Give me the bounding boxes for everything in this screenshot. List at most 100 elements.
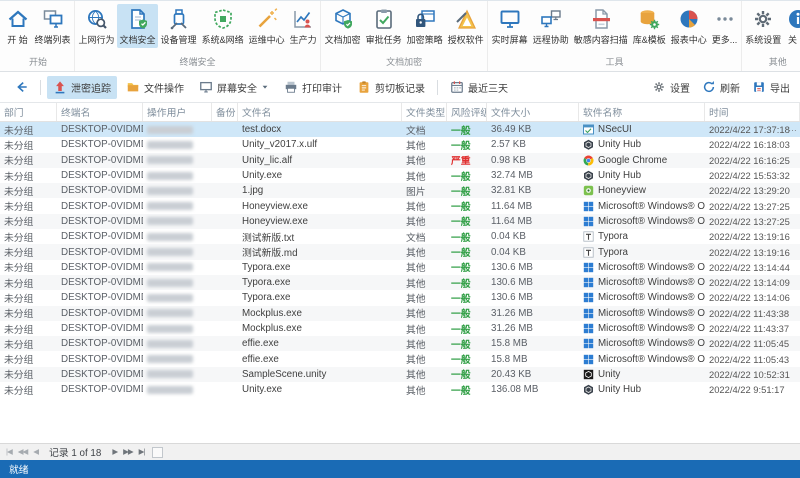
column-header-6[interactable]: 风险评级: [447, 103, 487, 121]
pager-extra-button[interactable]: [152, 446, 164, 458]
redacted-user: [147, 293, 193, 302]
toolbar-item-recent-3-days[interactable]: 最近三天: [444, 76, 514, 99]
column-header-0[interactable]: 部门: [0, 103, 57, 121]
cell-backup[interactable]: [212, 382, 238, 398]
cell-backup[interactable]: [212, 336, 238, 352]
pager-fast-prev-button[interactable]: ◀◀: [17, 447, 29, 457]
cell-backup[interactable]: [212, 122, 238, 138]
unity-icon: [583, 369, 594, 380]
table-row[interactable]: 未分组 DESKTOP-0VIDMDJ Typora.exe 其他 一般 130.6 MB…: [0, 260, 800, 275]
cell-filename: effie.exe: [242, 338, 279, 350]
ribbon-item-productivity[interactable]: 生产力: [287, 4, 319, 48]
toolbar-item-file-ops[interactable]: 文件操作: [120, 76, 190, 99]
cell-filename: Typora.exe: [242, 292, 291, 304]
column-header-3[interactable]: 备份: [212, 103, 238, 121]
ribbon-item-encrypt-policy[interactable]: 加密策略: [404, 4, 445, 48]
ribbon-item-doc-encrypt[interactable]: 文档加密: [322, 4, 363, 48]
cell-user: [143, 122, 212, 137]
cell-terminal: DESKTOP-0VIDMDJ: [61, 139, 143, 151]
ribbon-item-terminal-list[interactable]: 终端列表: [32, 4, 73, 48]
ribbon-item-approval-tasks[interactable]: 审批任务: [363, 4, 404, 48]
cell-backup[interactable]: [212, 198, 238, 214]
table-row[interactable]: 未分组 DESKTOP-0VIDMDJ Unity.exe 其他 一般 32.74 MB U…: [0, 168, 800, 184]
cell-backup[interactable]: [212, 260, 238, 275]
cell-backup[interactable]: [212, 153, 238, 168]
column-header-4[interactable]: 文件名: [238, 103, 402, 121]
table-row[interactable]: 未分组 DESKTOP-0VIDMDJ 测试新版.txt 文档 一般 0.04 KB Typ…: [0, 229, 800, 245]
table-row[interactable]: 未分组 DESKTOP-0VIDMDJ Mockplus.exe 其他 一般 31.26 …: [0, 321, 800, 337]
ribbon-group-terminal-security: 上网行为 文档安全 设备管理 系统&网络 运维中心 生产力 终端安全: [75, 1, 322, 71]
pager-prev-button[interactable]: ◀: [32, 447, 39, 457]
ribbon-item-report-center[interactable]: 报表中心: [668, 4, 709, 48]
cell-time: 2022/4/22 11:05:45: [709, 338, 790, 350]
report-center-icon: [677, 7, 701, 31]
pager-next-button[interactable]: ▶: [111, 447, 118, 457]
cell-dept: 未分组: [4, 339, 34, 351]
pager-fast-next-button[interactable]: ▶▶: [122, 447, 134, 457]
ribbon-item-licensed-software[interactable]: 授权软件: [445, 4, 486, 48]
cell-backup[interactable]: [212, 168, 238, 184]
export-button[interactable]: 导出: [750, 76, 792, 99]
table-row[interactable]: 未分组 DESKTOP-0VIDMDJ Unity_v2017.x.ulf 其他 一般 2…: [0, 137, 800, 153]
print-audit-icon: [284, 80, 298, 94]
pager-first-button[interactable]: |◀: [5, 447, 13, 457]
ribbon-group-caption: 文档加密: [386, 57, 423, 67]
ribbon-item-web-behavior[interactable]: 上网行为: [76, 4, 117, 48]
cell-backup[interactable]: [212, 367, 238, 383]
ribbon-item-ops-center[interactable]: 运维中心: [246, 4, 287, 48]
table-row[interactable]: 未分组 DESKTOP-0VIDMDJ Mockplus.exe 其他 一般 31.26 …: [0, 305, 800, 321]
cell-backup[interactable]: [212, 351, 238, 367]
ribbon-item-device-mgmt[interactable]: 设备管理: [158, 4, 199, 48]
table-row[interactable]: 未分组 DESKTOP-0VIDMDJ Honeyview.exe 其他 一般 11.64…: [0, 198, 800, 214]
column-header-7[interactable]: 文件大小: [487, 103, 579, 121]
refresh-icon: [702, 80, 716, 94]
ribbon-item-system-settings[interactable]: 系统设置: [743, 4, 784, 48]
table-row[interactable]: 未分组 DESKTOP-0VIDMDJ 1.jpg 图片 一般 32.81 KB Honey…: [0, 183, 800, 199]
cell-backup[interactable]: [212, 214, 238, 230]
table-row[interactable]: 未分组 DESKTOP-0VIDMDJ Unity_lic.alf 其他 严重 0.98 …: [0, 152, 800, 168]
ribbon-item-start[interactable]: 开 始: [3, 4, 32, 48]
table-row[interactable]: 未分组 DESKTOP-0VIDMDJ test.docx 文档 一般 36.49 KB N…: [0, 122, 800, 138]
refresh-button[interactable]: 刷新: [700, 76, 742, 99]
table-row[interactable]: 未分组 DESKTOP-0VIDMDJ Unity.exe 其他 一般 136.08 MB…: [0, 382, 800, 398]
table-row[interactable]: 未分组 DESKTOP-0VIDMDJ effie.exe 其他 一般 15.8 MB Mi…: [0, 351, 800, 367]
table-row[interactable]: 未分组 DESKTOP-0VIDMDJ 测试新版.md 其他 一般 0.04 KB Typo…: [0, 244, 800, 260]
ribbon-item-system-network[interactable]: 系统&网络: [199, 4, 246, 48]
cell-backup[interactable]: [212, 275, 238, 291]
column-header-5[interactable]: 文件类型: [402, 103, 447, 121]
toolbar-item-clipboard-records[interactable]: 剪切板记录: [351, 76, 431, 99]
windows-icon: [583, 277, 594, 288]
cell-backup[interactable]: [212, 321, 238, 337]
row-more-button[interactable]: …: [788, 123, 798, 133]
table-row[interactable]: 未分组 DESKTOP-0VIDMDJ Typora.exe 其他 一般 130.6 MB…: [0, 290, 800, 306]
risk-badge: 一般: [451, 339, 471, 351]
ribbon-item-realtime-screen[interactable]: 实时屏幕: [489, 4, 530, 48]
ribbon-item-sensitive-scan[interactable]: 敏感内容扫描: [571, 4, 630, 48]
cell-backup[interactable]: [212, 306, 238, 321]
cell-backup[interactable]: [212, 290, 238, 306]
pager-last-button[interactable]: ▶|: [138, 447, 146, 457]
table-row[interactable]: 未分组 DESKTOP-0VIDMDJ Honeyview.exe 其他 一般 11.64…: [0, 213, 800, 230]
toolbar-item-print-audit[interactable]: 打印审计: [278, 76, 348, 99]
column-header-8[interactable]: 软件名称: [579, 103, 705, 121]
table-row[interactable]: 未分组 DESKTOP-0VIDMDJ effie.exe 其他 一般 15.8 MB Mi…: [0, 336, 800, 352]
ribbon-item-about[interactable]: 关 于: [784, 4, 800, 48]
table-row[interactable]: 未分组 DESKTOP-0VIDMDJ Typora.exe 其他 一般 130.6 MB…: [0, 274, 800, 291]
ribbon-item-lib-template[interactable]: 库&模板: [630, 4, 668, 48]
settings-button[interactable]: 设置: [650, 76, 692, 99]
cell-backup[interactable]: [212, 137, 238, 153]
column-header-1[interactable]: 终端名: [57, 103, 143, 121]
ribbon-item-remote-assist[interactable]: 远程协助: [530, 4, 571, 48]
toolbar-item-screen-security[interactable]: 屏幕安全: [193, 76, 275, 99]
column-header-9[interactable]: 时间: [705, 103, 800, 121]
toolbar-item-leak-trace[interactable]: 泄密追踪: [47, 75, 117, 99]
cell-filetype: 图片: [406, 186, 426, 198]
ribbon-item-more[interactable]: 更多...: [709, 4, 740, 48]
column-header-2[interactable]: 操作用户: [143, 103, 212, 121]
back-button[interactable]: [8, 76, 34, 98]
table-row[interactable]: 未分组 DESKTOP-0VIDMDJ SampleScene.unity 其他 一般 2…: [0, 366, 800, 383]
cell-backup[interactable]: [212, 229, 238, 245]
cell-backup[interactable]: [212, 244, 238, 260]
cell-backup[interactable]: [212, 183, 238, 199]
ribbon-item-doc-security[interactable]: 文档安全: [117, 4, 159, 48]
